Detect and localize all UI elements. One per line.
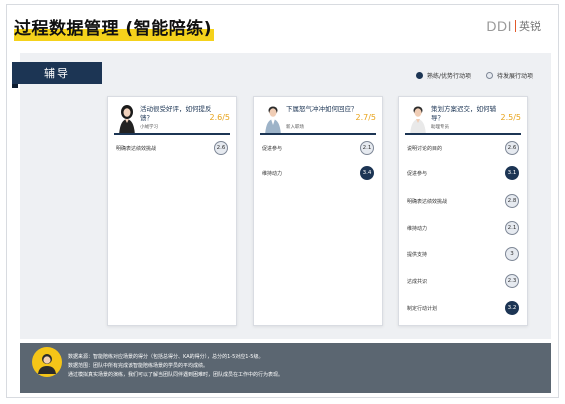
skill-row: 提供支持 3 [407,247,519,261]
man-avatar-icon [265,106,281,135]
card-subtitle: 助理专员 [431,125,449,130]
logo-separator [515,20,516,32]
skill-label: 促进参与 [407,170,428,177]
skill-score-badge: 2.3 [505,274,519,288]
card-divider [405,133,521,135]
card-subtitle: 小绒学习 [140,125,158,130]
header: 过程数据管理 (智能陪练) [14,14,214,44]
skill-label: 达成共识 [407,278,428,285]
skill-row: 达成共识 2.3 [407,274,519,288]
section-tab-fold [12,84,18,88]
footer-line: 通过模拟真实场景的演练，我们可以了解当团队同伴遇到困难时，团队成员在工作中的行为… [68,372,284,378]
skill-row: 制定行动计划 3.2 [407,301,519,315]
filled-dot-icon [416,72,423,79]
card-question: 策划方案迟交，如何辅导？ [431,105,496,122]
scenario-card[interactable]: 策划方案迟交，如何辅导？ 助理专员 2.5/5 说明讨论的目的 2.6 促进参与… [398,96,528,326]
skill-score-badge: 3 [505,247,519,261]
footer-notes: 数据来源：智能陪练对应场景的得分（包括总得分、KA的得分），总分的1-5对应1-… [20,343,551,393]
card-question: 下属怒气冲冲如何回应？ [286,105,358,113]
legend-filled: 熟练/优势行动项 [416,71,471,80]
skill-score-badge: 3.4 [360,166,374,180]
card-score: 2.6/5 [209,113,230,122]
skill-label: 说明讨论的目的 [407,145,443,152]
footer-line: 数据来源：智能陪练对应场景的得分（包括总得分、KA的得分），总分的1-5对应1-… [68,354,264,360]
skill-label: 提供支持 [407,251,428,258]
card-score: 2.7/5 [355,113,376,122]
user-avatar-icon [32,347,62,377]
skill-score-badge: 2.6 [505,141,519,155]
skill-label: 明确表达绩效挑战 [116,145,157,152]
footer-line: 数据范围：团队中所有完成该智能陪练场景的学员的平均成绩。 [68,363,209,369]
skill-row: 促进参与 2.1 [262,141,374,155]
hollow-dot-icon [486,72,493,79]
footer-text: 数据来源：智能陪练对应场景的得分（包括总得分、KA的得分），总分的1-5对应1-… [68,353,541,380]
card-question: 活动很受好评，如何提反馈？ [140,105,212,122]
skill-score-badge: 2.6 [214,141,228,155]
skill-row: 维持动力 3.4 [262,166,374,180]
skill-score-badge: 3.2 [505,301,519,315]
woman-avatar-icon [119,105,135,135]
scenario-card[interactable]: 下属怒气冲冲如何回应？ 新入职场 2.7/5 促进参与 2.1 维持动力 3.4 [253,96,383,326]
scenario-card[interactable]: 活动很受好评，如何提反馈？ 小绒学习 2.6/5 明确表达绩效挑战 2.6 [107,96,237,326]
skill-row: 明确表达绩效挑战 2.6 [116,141,228,155]
section-tab-coaching[interactable]: 辅导 [12,62,102,84]
logo: DDI 英锐 [486,18,541,34]
skill-label: 维持动力 [262,170,283,177]
skill-row: 明确表达绩效挑战 2.8 [407,194,519,208]
skill-row: 促进参与 3.1 [407,166,519,180]
skill-label: 促进参与 [262,145,283,152]
card-subtitle: 新入职场 [286,125,304,130]
skill-score-badge: 2.1 [505,221,519,235]
logo-ddi-text: DDI [486,18,512,34]
logo-cn-text: 英锐 [519,21,541,33]
skill-score-badge: 3.1 [505,166,519,180]
card-divider [114,133,230,135]
legend-filled-label: 熟练/优势行动项 [427,73,472,80]
skill-row: 说明讨论的目的 2.6 [407,141,519,155]
page-title: 过程数据管理 (智能陪练) [14,19,212,39]
skill-label: 制定行动计划 [407,305,438,312]
legend-hollow: 待发展行动项 [486,71,533,80]
skill-score-badge: 2.1 [360,141,374,155]
card-divider [260,133,376,135]
card-score: 2.5/5 [500,113,521,122]
man-avatar-icon [410,106,426,135]
skill-row: 维持动力 2.1 [407,221,519,235]
skill-label: 明确表达绩效挑战 [407,198,448,205]
skill-score-badge: 2.8 [505,194,519,208]
legend-hollow-label: 待发展行动项 [497,73,534,80]
skill-label: 维持动力 [407,225,428,232]
